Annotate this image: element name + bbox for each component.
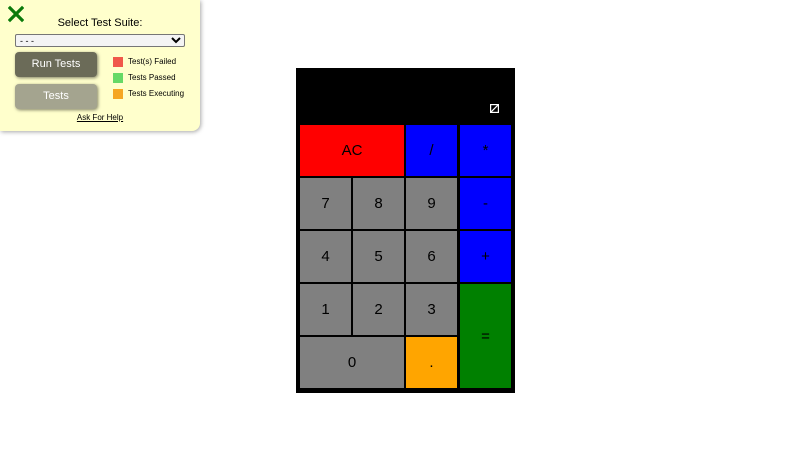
failed-swatch [113,57,123,67]
equals-button[interactable]: = [460,284,511,388]
four-button[interactable]: 4 [300,231,351,282]
legend-failed: Test(s) Failed [113,57,176,67]
executing-swatch [113,89,123,99]
legend-failed-label: Test(s) Failed [128,57,177,66]
nine-button[interactable]: 9 [406,178,457,229]
select-test-suite-label: Select Test Suite: [57,17,143,29]
seven-button[interactable]: 7 [300,178,351,229]
test-suite-select[interactable]: - - - [15,34,185,47]
eight-button[interactable]: 8 [353,178,404,229]
legend-passed-label: Tests Passed [128,73,176,82]
two-button[interactable]: 2 [353,284,404,335]
test-suite-panel: Select Test Suite: - - - Run Tests Tests… [0,0,200,131]
decimal-button[interactable]: . [406,337,457,388]
three-button[interactable]: 3 [406,284,457,335]
divide-button[interactable]: / [406,125,457,176]
five-button[interactable]: 5 [353,231,404,282]
calculator: AC / * 7 8 9 - 4 5 6 + 1 2 3 = 0 . [296,68,515,393]
tests-button[interactable]: Tests [15,84,97,109]
one-button[interactable]: 1 [300,284,351,335]
add-button[interactable]: + [460,231,511,282]
run-tests-button[interactable]: Run Tests [15,52,97,77]
calculator-display [296,68,515,124]
empty-set-icon [490,100,500,114]
ask-for-help-link[interactable]: Ask For Help [0,113,200,122]
clear-button[interactable]: AC [300,125,404,176]
six-button[interactable]: 6 [406,231,457,282]
passed-swatch [113,73,123,83]
subtract-button[interactable]: - [460,178,511,229]
legend-executing-label: Tests Executing [128,89,185,98]
legend-executing: Tests Executing [113,89,184,99]
zero-button[interactable]: 0 [300,337,404,388]
multiply-button[interactable]: * [460,125,511,176]
legend-passed: Tests Passed [113,73,176,83]
